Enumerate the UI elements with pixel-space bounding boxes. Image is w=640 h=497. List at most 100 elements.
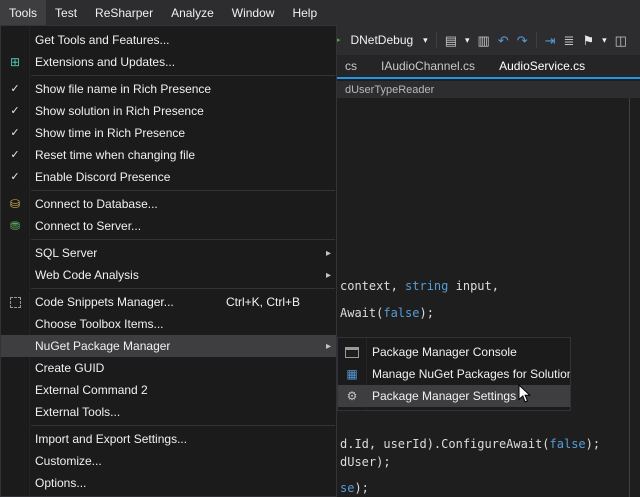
menu-item-label: SQL Server: [29, 246, 97, 260]
menubar-item-window[interactable]: Window: [223, 0, 284, 25]
menu-item-code-snippets-manager[interactable]: Code Snippets Manager... Ctrl+K, Ctrl+B: [1, 291, 336, 313]
submenu-arrow-icon: ▸: [326, 270, 331, 281]
list-icon[interactable]: ≣: [564, 34, 575, 47]
menu-item-label: Code Snippets Manager...: [29, 295, 174, 309]
menu-item-connect-to-database[interactable]: ⛁ Connect to Database...: [1, 193, 336, 215]
tools-menu: Get Tools and Features... ⊞ Extensions a…: [0, 25, 337, 497]
menu-item-label: Show file name in Rich Presence: [29, 82, 211, 96]
toolbar-caret-icon[interactable]: ▾: [465, 36, 470, 45]
menu-item-label: Enable Discord Presence: [29, 170, 170, 184]
database-icon: ⛁: [10, 198, 20, 210]
menu-item-show-time[interactable]: ✓ Show time in Rich Presence: [1, 122, 336, 144]
check-icon: ✓: [10, 172, 19, 183]
code-snippets-icon: [10, 297, 21, 308]
code-line: Await(false);: [340, 306, 434, 320]
menu-item-external-tools[interactable]: External Tools...: [1, 401, 336, 423]
folder-icon[interactable]: ▥: [478, 34, 490, 47]
menu-item-label: External Tools...: [29, 405, 120, 419]
menu-item-label: Reset time when changing file: [29, 148, 195, 162]
menu-item-label: Connect to Database...: [29, 197, 158, 211]
tab-iaudiochannel[interactable]: IAudioChannel.cs: [369, 55, 487, 77]
code-line: context, string input,: [340, 279, 499, 293]
menu-item-label: Manage NuGet Packages for Solution...: [366, 367, 570, 381]
menu-item-extensions-and-updates[interactable]: ⊞ Extensions and Updates...: [1, 51, 336, 73]
file-icon[interactable]: ▤: [445, 34, 457, 47]
mouse-cursor: [518, 384, 532, 409]
menu-item-label: Extensions and Updates...: [29, 55, 175, 69]
menubar-item-help[interactable]: Help: [283, 0, 326, 25]
menu-item-customize[interactable]: Customize...: [1, 450, 336, 472]
toolbar-separator: [536, 32, 537, 48]
menu-item-label: Choose Toolbox Items...: [29, 317, 164, 331]
menu-separator: [31, 239, 335, 240]
console-icon: [345, 347, 359, 358]
menu-item-label: Web Code Analysis: [29, 268, 139, 282]
submenu-item-package-manager-settings[interactable]: ⚙ Package Manager Settings: [338, 385, 570, 407]
menubar-item-analyze[interactable]: Analyze: [162, 0, 223, 25]
server-icon: ⛃: [10, 220, 20, 232]
extensions-icon: ⊞: [10, 56, 20, 68]
tab-partial-file[interactable]: cs: [333, 55, 369, 77]
toolbar-separator: [436, 32, 437, 48]
check-icon: ✓: [10, 84, 19, 95]
menu-item-connect-to-server[interactable]: ⛃ Connect to Server...: [1, 215, 336, 237]
menu-item-shortcut: Ctrl+K, Ctrl+B: [226, 295, 300, 309]
menu-item-label: Show time in Rich Presence: [29, 126, 185, 140]
menu-item-options[interactable]: Options...: [1, 472, 336, 494]
menu-item-label: Options...: [29, 476, 86, 490]
redo-icon[interactable]: ↷: [517, 34, 528, 47]
menu-item-sql-server[interactable]: SQL Server ▸: [1, 242, 336, 264]
indent-icon[interactable]: ⇥: [545, 34, 556, 47]
menu-item-label: Show solution in Rich Presence: [29, 104, 204, 118]
member-dropdown[interactable]: dUserTypeReader: [345, 84, 434, 96]
submenu-item-manage-nuget-packages[interactable]: ▦ Manage NuGet Packages for Solution...: [338, 363, 570, 385]
menubar-item-test[interactable]: Test: [46, 0, 86, 25]
manage-packages-icon: ▦: [346, 368, 357, 380]
menu-item-label: Import and Export Settings...: [29, 432, 187, 446]
menu-item-label: Customize...: [29, 454, 102, 468]
menu-item-label: Package Manager Settings: [366, 389, 516, 403]
submenu-arrow-icon: ▸: [326, 341, 331, 352]
menu-item-show-solution[interactable]: ✓ Show solution in Rich Presence: [1, 100, 336, 122]
menu-item-nuget-package-manager[interactable]: NuGet Package Manager ▸: [1, 335, 336, 357]
menu-separator: [31, 190, 335, 191]
menu-bar: Tools Test ReSharper Analyze Window Help: [0, 0, 640, 25]
undo-icon[interactable]: ↶: [498, 34, 509, 47]
editor-scrollbar-edge: [629, 98, 630, 497]
menu-item-get-tools-and-features[interactable]: Get Tools and Features...: [1, 29, 336, 51]
bookmark-caret-icon[interactable]: ▾: [602, 36, 607, 45]
menu-item-label: Create GUID: [29, 361, 104, 375]
debug-target-caret-icon[interactable]: ▾: [423, 36, 428, 45]
columns-icon[interactable]: ◫: [615, 34, 627, 47]
check-icon: ✓: [10, 128, 19, 139]
menu-item-web-code-analysis[interactable]: Web Code Analysis ▸: [1, 264, 336, 286]
bookmark-icon[interactable]: ⚑: [582, 34, 594, 47]
menu-item-show-file-name[interactable]: ✓ Show file name in Rich Presence: [1, 78, 336, 100]
menu-item-external-command-2[interactable]: External Command 2: [1, 379, 336, 401]
menu-item-label: Get Tools and Features...: [29, 33, 170, 47]
check-icon: ✓: [10, 106, 19, 117]
menu-separator: [31, 75, 335, 76]
submenu-item-package-manager-console[interactable]: Package Manager Console: [338, 341, 570, 363]
code-line: d.Id, userId).ConfigureAwait(false);: [340, 437, 600, 451]
menu-separator: [31, 288, 335, 289]
menu-item-choose-toolbox-items[interactable]: Choose Toolbox Items...: [1, 313, 336, 335]
menu-item-import-export-settings[interactable]: Import and Export Settings...: [1, 428, 336, 450]
menu-item-label: Package Manager Console: [366, 345, 517, 359]
code-line: se);: [340, 481, 369, 495]
menu-item-label: NuGet Package Manager: [29, 339, 170, 353]
debug-target-label[interactable]: DNetDebug: [350, 33, 413, 47]
menu-separator: [31, 425, 335, 426]
gear-icon: ⚙: [347, 390, 358, 402]
menu-item-label: External Command 2: [29, 383, 148, 397]
menu-item-create-guid[interactable]: Create GUID: [1, 357, 336, 379]
menu-item-reset-time[interactable]: ✓ Reset time when changing file: [1, 144, 336, 166]
menu-item-label: Connect to Server...: [29, 219, 141, 233]
tab-audioservice[interactable]: AudioService.cs: [487, 55, 597, 77]
menubar-item-resharper[interactable]: ReSharper: [86, 0, 162, 25]
menubar-item-tools[interactable]: Tools: [0, 0, 46, 25]
vs-window: Tools Test ReSharper Analyze Window Help…: [0, 0, 640, 497]
submenu-arrow-icon: ▸: [326, 248, 331, 259]
check-icon: ✓: [10, 150, 19, 161]
menu-item-enable-discord-presence[interactable]: ✓ Enable Discord Presence: [1, 166, 336, 188]
